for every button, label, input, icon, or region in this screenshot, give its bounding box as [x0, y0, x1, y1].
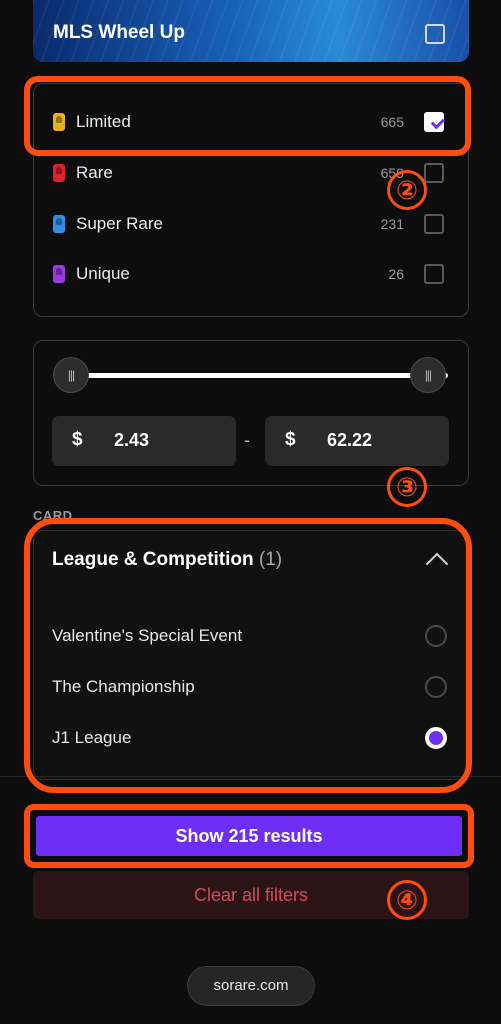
highlight-box-show-results: [24, 804, 474, 868]
price-max-input[interactable]: $ 62.22: [265, 416, 449, 466]
filter-page: MLS Wheel Up Limited 665 Rare 659 Super …: [0, 0, 501, 1024]
super-rare-card-icon: [53, 215, 65, 233]
rarity-checkbox-unique[interactable]: [424, 264, 444, 284]
competition-card-checkbox[interactable]: [425, 24, 445, 44]
unique-card-icon: [53, 265, 65, 283]
price-slider-max-handle[interactable]: |||: [410, 357, 446, 393]
annotation-badge-3: ③: [387, 467, 427, 507]
rarity-checkbox-super-rare[interactable]: [424, 214, 444, 234]
highlight-box-limited: [24, 76, 471, 156]
dollar-icon: $: [72, 429, 83, 450]
rarity-row-super-rare[interactable]: Super Rare 231: [34, 205, 468, 245]
rarity-label: Super Rare: [76, 214, 163, 233]
rarity-label: Unique: [76, 264, 130, 283]
price-min-input[interactable]: $ 2.43: [52, 416, 236, 466]
rarity-row-unique[interactable]: Unique 26: [34, 255, 468, 295]
competition-card-mls-wheel-up[interactable]: MLS Wheel Up: [33, 0, 469, 62]
annotation-badge-4: ④: [387, 880, 427, 920]
rarity-count: 231: [380, 216, 404, 232]
rare-card-icon: [53, 164, 65, 182]
dollar-icon: $: [285, 429, 296, 450]
annotation-badge-2: ②: [387, 170, 427, 210]
price-range-separator: -: [244, 430, 250, 450]
highlight-box-league: [24, 518, 472, 793]
competition-card-title: MLS Wheel Up: [53, 22, 185, 43]
price-min-value: 2.43: [114, 430, 150, 450]
price-max-value: 62.22: [327, 430, 373, 450]
rarity-label: Rare: [76, 163, 113, 182]
price-slider-track[interactable]: [56, 373, 448, 378]
rarity-checkbox-rare[interactable]: [424, 163, 444, 183]
price-slider-min-handle[interactable]: |||: [53, 357, 89, 393]
rarity-count: 26: [388, 266, 404, 282]
site-url-pill[interactable]: sorare.com: [187, 966, 315, 1006]
